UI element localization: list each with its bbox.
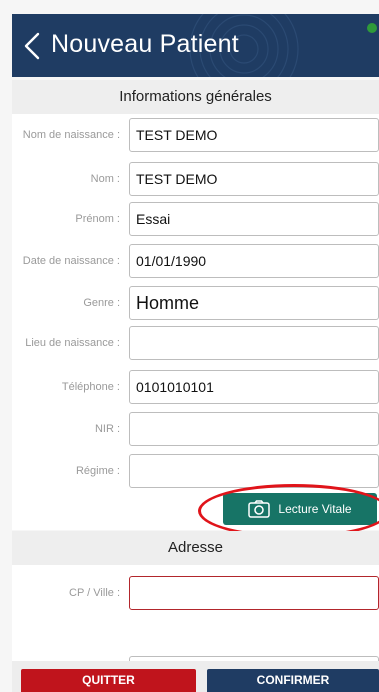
- nom-naissance-field[interactable]: TEST DEMO: [129, 118, 379, 152]
- label-nir: NIR :: [94, 423, 120, 435]
- quit-button[interactable]: QUITTER: [21, 669, 196, 692]
- highlight-annotation: [198, 484, 379, 538]
- label-nom-naissance: Nom de naissance :: [22, 129, 120, 141]
- section-header-general: Informations générales: [12, 80, 379, 114]
- cp-ville-field[interactable]: [129, 576, 379, 610]
- label-cp-ville: CP / Ville :: [69, 587, 120, 599]
- label-date-naissance: Date de naissance :: [22, 255, 120, 267]
- nom-field[interactable]: TEST DEMO: [129, 162, 379, 196]
- telephone-field[interactable]: 0101010101: [129, 370, 379, 404]
- genre-select[interactable]: Homme: [129, 286, 379, 320]
- label-regime: Régime :: [75, 465, 120, 477]
- date-naissance-field[interactable]: 01/01/1990: [129, 244, 379, 278]
- regime-field[interactable]: [129, 454, 379, 488]
- label-lieu-naissance: Lieu de naissance :: [25, 337, 120, 349]
- chevron-left-icon[interactable]: [22, 31, 42, 61]
- nir-field[interactable]: [129, 412, 379, 446]
- section-header-address: Adresse: [12, 531, 379, 565]
- label-nom: Nom :: [90, 173, 120, 185]
- page-title: Nouveau Patient: [51, 30, 239, 58]
- label-prenom: Prénom :: [75, 213, 120, 225]
- label-genre: Genre :: [83, 297, 120, 309]
- label-telephone: Téléphone :: [61, 381, 120, 393]
- prenom-field[interactable]: Essai: [129, 202, 379, 236]
- status-indicator: [367, 23, 377, 33]
- new-patient-screen: Nouveau Patient Informations générales N…: [0, 0, 379, 692]
- app-header: Nouveau Patient: [12, 14, 379, 77]
- lieu-naissance-field[interactable]: [129, 326, 379, 360]
- confirm-button[interactable]: CONFIRMER: [207, 669, 379, 692]
